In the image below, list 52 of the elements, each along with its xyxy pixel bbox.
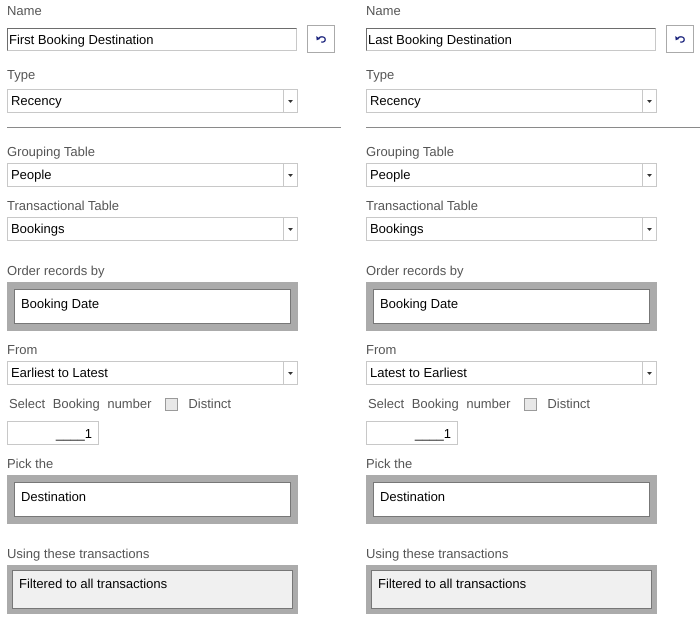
field-label: Pick the — [366, 456, 412, 472]
caret-icon — [288, 100, 293, 102]
number-input[interactable]: ____1 — [366, 421, 458, 445]
picker-field[interactable]: Destination — [14, 482, 291, 517]
number-input[interactable]: ____1 — [7, 421, 99, 445]
undo-icon — [316, 35, 326, 43]
dropdown[interactable]: Earliest to Latest — [7, 361, 298, 385]
name-input[interactable]: Last Booking Destination — [366, 28, 656, 50]
field-label: Transactional Table — [366, 198, 478, 214]
field-label: Grouping Table — [7, 144, 95, 160]
field-label: Pick the — [7, 456, 54, 472]
dropdown[interactable]: Bookings — [366, 217, 657, 241]
picker-field[interactable]: Booking Date — [14, 289, 291, 324]
field-label: Using these transactions — [7, 546, 150, 562]
field-label: Grouping Table — [366, 144, 454, 160]
name-input[interactable]: First Booking Destination — [7, 28, 297, 50]
field-label: Transactional Table — [7, 198, 120, 214]
field-label: From — [366, 342, 396, 358]
caret-icon — [288, 228, 293, 230]
field-label: Name — [7, 3, 42, 19]
dropdown[interactable]: Latest to Earliest — [366, 361, 657, 385]
field-label: Type — [7, 67, 36, 83]
field-label: Order records by — [366, 263, 464, 279]
field-label: Order records by — [7, 263, 105, 279]
dropdown[interactable]: People — [7, 163, 298, 187]
dropdown[interactable]: Recency — [366, 89, 657, 113]
checkbox[interactable] — [524, 398, 538, 410]
checkbox-label[interactable]: Distinct — [547, 394, 590, 414]
picker-field[interactable]: Destination — [373, 482, 650, 517]
caret-icon — [647, 100, 652, 102]
caret-icon — [647, 372, 652, 374]
caret-icon — [647, 174, 652, 176]
caret-icon — [288, 372, 293, 374]
field-label: Name — [366, 3, 401, 19]
picker-field[interactable]: Booking Date — [373, 289, 650, 324]
dropdown[interactable]: Recency — [7, 89, 298, 113]
checkbox-label[interactable]: Distinct — [188, 394, 232, 414]
field-label: Select Booking number — [9, 395, 152, 414]
checkbox[interactable] — [165, 398, 178, 410]
undo-button[interactable] — [307, 25, 335, 53]
field-label: Using these transactions — [366, 546, 508, 562]
field-label: Type — [366, 67, 394, 83]
dropdown[interactable]: People — [366, 163, 657, 187]
filter-field[interactable]: Filtered to all transactions — [12, 570, 293, 609]
undo-button[interactable] — [666, 25, 694, 53]
caret-icon — [647, 228, 652, 230]
field-label: Select Booking number — [368, 395, 510, 414]
dropdown[interactable]: Bookings — [7, 217, 298, 241]
undo-icon — [675, 35, 685, 43]
filter-field[interactable]: Filtered to all transactions — [371, 570, 652, 609]
caret-icon — [288, 174, 293, 176]
field-label: From — [7, 342, 38, 358]
